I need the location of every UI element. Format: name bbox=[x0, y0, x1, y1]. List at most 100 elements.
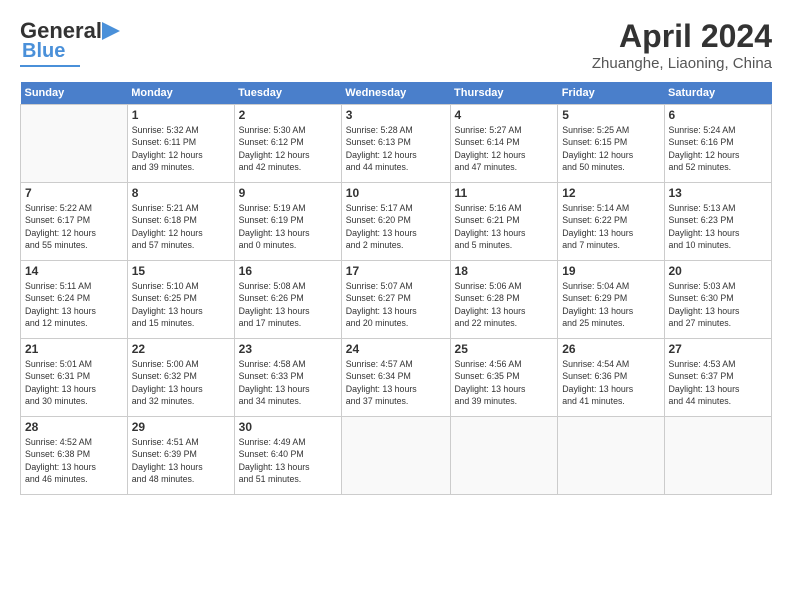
day-info: Sunrise: 5:06 AMSunset: 6:28 PMDaylight:… bbox=[455, 280, 554, 329]
calendar-week-2: 7 Sunrise: 5:22 AMSunset: 6:17 PMDaylight… bbox=[21, 183, 772, 261]
day-number: 9 bbox=[239, 186, 337, 200]
day-number: 16 bbox=[239, 264, 337, 278]
day-info: Sunrise: 5:01 AMSunset: 6:31 PMDaylight:… bbox=[25, 358, 123, 407]
calendar-cell bbox=[664, 417, 772, 495]
location-subtitle: Zhuanghe, Liaoning, China bbox=[592, 55, 772, 72]
title-block: April 2024 Zhuanghe, Liaoning, China bbox=[592, 18, 772, 72]
calendar-cell: 5 Sunrise: 5:25 AMSunset: 6:15 PMDaylight… bbox=[558, 105, 664, 183]
calendar-cell bbox=[21, 105, 128, 183]
day-info: Sunrise: 4:52 AMSunset: 6:38 PMDaylight:… bbox=[25, 436, 123, 485]
calendar-cell: 3 Sunrise: 5:28 AMSunset: 6:13 PMDaylight… bbox=[341, 105, 450, 183]
calendar-cell: 26 Sunrise: 4:54 AMSunset: 6:36 PMDayligh… bbox=[558, 339, 664, 417]
day-number: 14 bbox=[25, 264, 123, 278]
day-number: 10 bbox=[346, 186, 446, 200]
col-monday: Monday bbox=[127, 82, 234, 105]
calendar-cell: 30 Sunrise: 4:49 AMSunset: 6:40 PMDayligh… bbox=[234, 417, 341, 495]
day-number: 25 bbox=[455, 342, 554, 356]
calendar-cell: 23 Sunrise: 4:58 AMSunset: 6:33 PMDayligh… bbox=[234, 339, 341, 417]
calendar-week-1: 1Sunrise: 5:32 AMSunset: 6:11 PMDaylight… bbox=[21, 105, 772, 183]
day-info: Sunrise: 5:10 AMSunset: 6:25 PMDaylight:… bbox=[132, 280, 230, 329]
calendar-week-5: 28 Sunrise: 4:52 AMSunset: 6:38 PMDayligh… bbox=[21, 417, 772, 495]
day-info: Sunrise: 5:00 AMSunset: 6:32 PMDaylight:… bbox=[132, 358, 230, 407]
day-info: Sunrise: 5:04 AMSunset: 6:29 PMDaylight:… bbox=[562, 280, 659, 329]
calendar-week-3: 14 Sunrise: 5:11 AMSunset: 6:24 PMDayligh… bbox=[21, 261, 772, 339]
day-number: 26 bbox=[562, 342, 659, 356]
day-number: 12 bbox=[562, 186, 659, 200]
calendar-cell: 24 Sunrise: 4:57 AMSunset: 6:34 PMDayligh… bbox=[341, 339, 450, 417]
calendar-cell: 10 Sunrise: 5:17 AMSunset: 6:20 PMDayligh… bbox=[341, 183, 450, 261]
col-saturday: Saturday bbox=[664, 82, 772, 105]
col-thursday: Thursday bbox=[450, 82, 558, 105]
page-container: General Blue April 2024 Zhuanghe, Liaoni… bbox=[0, 0, 792, 505]
day-info: Sunrise: 5:11 AMSunset: 6:24 PMDaylight:… bbox=[25, 280, 123, 329]
calendar-header-row: Sunday Monday Tuesday Wednesday Thursday… bbox=[21, 82, 772, 105]
day-info: Sunrise: 4:53 AMSunset: 6:37 PMDaylight:… bbox=[669, 358, 768, 407]
calendar-cell: 15 Sunrise: 5:10 AMSunset: 6:25 PMDayligh… bbox=[127, 261, 234, 339]
day-number: 3 bbox=[346, 108, 446, 122]
day-number: 30 bbox=[239, 420, 337, 434]
day-number: 7 bbox=[25, 186, 123, 200]
calendar-cell: 20Sunrise: 5:03 AMSunset: 6:30 PMDayligh… bbox=[664, 261, 772, 339]
calendar-cell bbox=[341, 417, 450, 495]
day-info: Sunrise: 5:03 AMSunset: 6:30 PMDaylight:… bbox=[669, 280, 768, 329]
day-number: 2 bbox=[239, 108, 337, 122]
day-info: Sunrise: 4:49 AMSunset: 6:40 PMDaylight:… bbox=[239, 436, 337, 485]
calendar-cell: 2 Sunrise: 5:30 AMSunset: 6:12 PMDaylight… bbox=[234, 105, 341, 183]
day-info: Sunrise: 4:57 AMSunset: 6:34 PMDaylight:… bbox=[346, 358, 446, 407]
calendar-cell: 22 Sunrise: 5:00 AMSunset: 6:32 PMDayligh… bbox=[127, 339, 234, 417]
day-info: Sunrise: 4:58 AMSunset: 6:33 PMDaylight:… bbox=[239, 358, 337, 407]
day-info: Sunrise: 5:28 AMSunset: 6:13 PMDaylight:… bbox=[346, 124, 446, 173]
col-friday: Friday bbox=[558, 82, 664, 105]
day-info: Sunrise: 5:19 AMSunset: 6:19 PMDaylight:… bbox=[239, 202, 337, 251]
day-number: 19 bbox=[562, 264, 659, 278]
calendar-cell: 18 Sunrise: 5:06 AMSunset: 6:28 PMDayligh… bbox=[450, 261, 558, 339]
calendar-cell: 14 Sunrise: 5:11 AMSunset: 6:24 PMDayligh… bbox=[21, 261, 128, 339]
day-number: 5 bbox=[562, 108, 659, 122]
day-info: Sunrise: 5:25 AMSunset: 6:15 PMDaylight:… bbox=[562, 124, 659, 173]
day-number: 1 bbox=[132, 108, 230, 122]
day-info: Sunrise: 4:56 AMSunset: 6:35 PMDaylight:… bbox=[455, 358, 554, 407]
day-number: 21 bbox=[25, 342, 123, 356]
day-info: Sunrise: 5:17 AMSunset: 6:20 PMDaylight:… bbox=[346, 202, 446, 251]
day-number: 29 bbox=[132, 420, 230, 434]
calendar-week-4: 21 Sunrise: 5:01 AMSunset: 6:31 PMDayligh… bbox=[21, 339, 772, 417]
calendar-table: Sunday Monday Tuesday Wednesday Thursday… bbox=[20, 82, 772, 495]
calendar-cell: 7 Sunrise: 5:22 AMSunset: 6:17 PMDaylight… bbox=[21, 183, 128, 261]
day-number: 15 bbox=[132, 264, 230, 278]
col-sunday: Sunday bbox=[21, 82, 128, 105]
day-info: Sunrise: 5:30 AMSunset: 6:12 PMDaylight:… bbox=[239, 124, 337, 173]
day-number: 6 bbox=[669, 108, 768, 122]
calendar-cell: 16 Sunrise: 5:08 AMSunset: 6:26 PMDayligh… bbox=[234, 261, 341, 339]
calendar-cell: 28 Sunrise: 4:52 AMSunset: 6:38 PMDayligh… bbox=[21, 417, 128, 495]
day-number: 17 bbox=[346, 264, 446, 278]
day-info: Sunrise: 5:27 AMSunset: 6:14 PMDaylight:… bbox=[455, 124, 554, 173]
day-number: 11 bbox=[455, 186, 554, 200]
logo-blue: Blue bbox=[22, 40, 65, 63]
calendar-cell: 27 Sunrise: 4:53 AMSunset: 6:37 PMDayligh… bbox=[664, 339, 772, 417]
day-info: Sunrise: 5:08 AMSunset: 6:26 PMDaylight:… bbox=[239, 280, 337, 329]
calendar-cell: 13Sunrise: 5:13 AMSunset: 6:23 PMDayligh… bbox=[664, 183, 772, 261]
calendar-cell: 1Sunrise: 5:32 AMSunset: 6:11 PMDaylight… bbox=[127, 105, 234, 183]
calendar-cell: 12Sunrise: 5:14 AMSunset: 6:22 PMDayligh… bbox=[558, 183, 664, 261]
day-info: Sunrise: 5:22 AMSunset: 6:17 PMDaylight:… bbox=[25, 202, 123, 251]
calendar-cell: 21 Sunrise: 5:01 AMSunset: 6:31 PMDayligh… bbox=[21, 339, 128, 417]
calendar-cell: 29 Sunrise: 4:51 AMSunset: 6:39 PMDayligh… bbox=[127, 417, 234, 495]
day-number: 23 bbox=[239, 342, 337, 356]
day-number: 4 bbox=[455, 108, 554, 122]
month-title: April 2024 bbox=[592, 18, 772, 55]
calendar-cell: 25 Sunrise: 4:56 AMSunset: 6:35 PMDayligh… bbox=[450, 339, 558, 417]
day-number: 27 bbox=[669, 342, 768, 356]
calendar-cell bbox=[558, 417, 664, 495]
day-info: Sunrise: 5:16 AMSunset: 6:21 PMDaylight:… bbox=[455, 202, 554, 251]
logo: General Blue bbox=[20, 18, 124, 67]
day-number: 28 bbox=[25, 420, 123, 434]
day-number: 18 bbox=[455, 264, 554, 278]
day-info: Sunrise: 4:54 AMSunset: 6:36 PMDaylight:… bbox=[562, 358, 659, 407]
day-number: 13 bbox=[669, 186, 768, 200]
day-number: 22 bbox=[132, 342, 230, 356]
logo-underline bbox=[20, 65, 80, 67]
day-number: 24 bbox=[346, 342, 446, 356]
day-info: Sunrise: 5:21 AMSunset: 6:18 PMDaylight:… bbox=[132, 202, 230, 251]
day-info: Sunrise: 4:51 AMSunset: 6:39 PMDaylight:… bbox=[132, 436, 230, 485]
calendar-cell bbox=[450, 417, 558, 495]
